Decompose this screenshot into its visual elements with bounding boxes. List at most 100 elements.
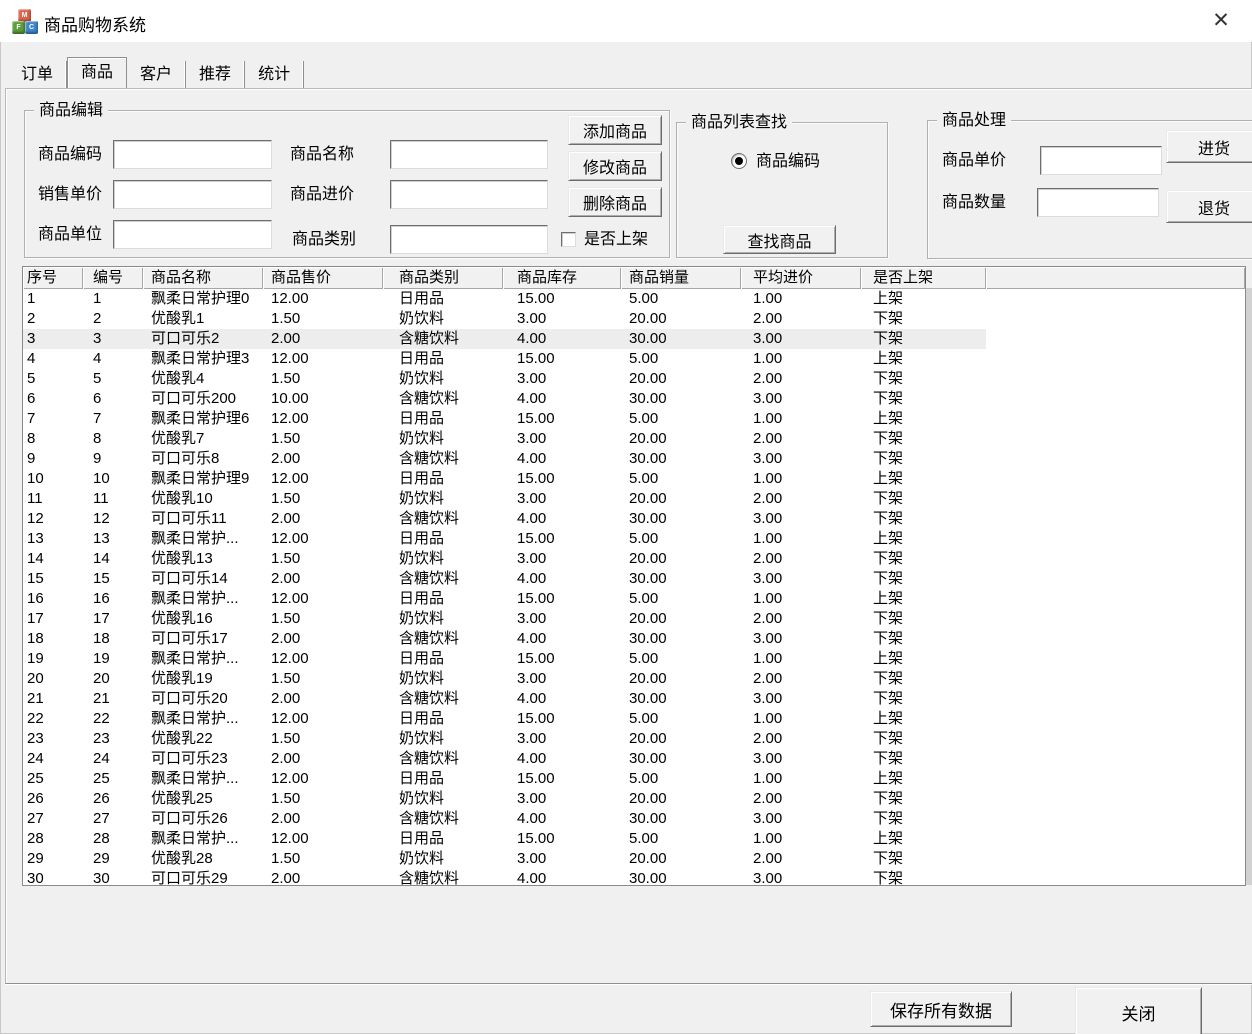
column-header[interactable]: 编号 — [83, 267, 143, 289]
table-cell: 12.00 — [271, 590, 309, 607]
table-row[interactable]: 14 14 优酸乳13 1.50 奶饮料 3.00 20.00 2.00 下架 — [23, 549, 1245, 569]
purchase-price-input[interactable] — [390, 180, 548, 209]
vertical-scrollbar[interactable] — [1246, 288, 1252, 885]
table-row[interactable]: 11 11 优酸乳10 1.50 奶饮料 3.00 20.00 2.00 下架 — [23, 489, 1245, 509]
table-cell: 12.00 — [271, 350, 309, 367]
close-button[interactable]: 关闭 — [1075, 987, 1202, 1034]
table-row[interactable]: 25 25 飘柔日常护... 12.00 日用品 15.00 5.00 1.00 上架 — [23, 769, 1245, 789]
table-cell: 12 — [93, 510, 110, 527]
find-product-button[interactable]: 查找商品 — [723, 225, 836, 254]
save-all-button[interactable]: 保存所有数据 — [870, 991, 1012, 1027]
table-header: 序号 编号 商品名称 商品售价 商品类别 商品库存 商品销量 平均进价 是否上架 — [23, 267, 1245, 289]
table-cell: 4.00 — [517, 510, 547, 527]
table-cell: 18 — [27, 630, 44, 647]
table-cell: 2.00 — [753, 850, 783, 867]
stock-in-button[interactable]: 进货 — [1166, 130, 1252, 163]
table-cell: 16 — [27, 590, 44, 607]
column-header[interactable]: 是否上架 — [861, 267, 986, 289]
product-category-input[interactable] — [390, 225, 548, 254]
table-cell: 3.00 — [753, 390, 783, 407]
table-row[interactable]: 17 17 优酸乳16 1.50 奶饮料 3.00 20.00 2.00 下架 — [23, 609, 1245, 629]
table-row[interactable]: 18 18 可口可乐17 2.00 含糖饮料 4.00 30.00 3.00 下架 — [23, 629, 1245, 649]
tab-customers[interactable]: 客户 — [127, 61, 187, 88]
table-row[interactable]: 3 3 可口可乐2 2.00 含糖饮料 4.00 30.00 3.00 下架 — [23, 329, 1245, 349]
table-cell: 5.00 — [629, 470, 659, 487]
table-row[interactable]: 8 8 优酸乳7 1.50 奶饮料 3.00 20.00 2.00 下架 — [23, 429, 1245, 449]
table-cell: 15.00 — [517, 650, 555, 667]
tab-orders[interactable]: 订单 — [8, 61, 68, 88]
table-cell: 1.50 — [271, 790, 301, 807]
table-row[interactable]: 23 23 优酸乳22 1.50 奶饮料 3.00 20.00 2.00 下架 — [23, 729, 1245, 749]
column-header[interactable]: 商品类别 — [383, 267, 503, 289]
table-row[interactable]: 15 15 可口可乐14 2.00 含糖饮料 4.00 30.00 3.00 下架 — [23, 569, 1245, 589]
column-header[interactable]: 平均进价 — [741, 267, 861, 289]
table-cell: 3.00 — [517, 370, 547, 387]
table-row[interactable]: 7 7 飘柔日常护理6 12.00 日用品 15.00 5.00 1.00 上架 — [23, 409, 1245, 429]
product-name-input[interactable] — [390, 140, 548, 169]
product-code-input[interactable] — [113, 140, 272, 169]
table-row[interactable]: 22 22 飘柔日常护... 12.00 日用品 15.00 5.00 1.00 上架 — [23, 709, 1245, 729]
column-header[interactable]: 商品售价 — [263, 267, 383, 289]
table-cell: 4.00 — [517, 450, 547, 467]
tab-products[interactable]: 商品 — [67, 57, 128, 88]
quantity-input[interactable] — [1037, 188, 1159, 217]
table-row[interactable]: 24 24 可口可乐23 2.00 含糖饮料 4.00 30.00 3.00 下架 — [23, 749, 1245, 769]
table-cell: 12.00 — [271, 650, 309, 667]
table-cell — [986, 489, 1245, 509]
table-row[interactable]: 6 6 可口可乐200 10.00 含糖饮料 4.00 30.00 3.00 下架 — [23, 389, 1245, 409]
product-unit-input[interactable] — [113, 220, 272, 249]
tab-recommend[interactable]: 推荐 — [186, 61, 246, 88]
table-row[interactable]: 13 13 飘柔日常护... 12.00 日用品 15.00 5.00 1.00 上架 — [23, 529, 1245, 549]
column-header[interactable]: 商品名称 — [143, 267, 263, 289]
table-row[interactable]: 21 21 可口可乐20 2.00 含糖饮料 4.00 30.00 3.00 下架 — [23, 689, 1245, 709]
modify-product-button[interactable]: 修改商品 — [568, 151, 662, 181]
column-header[interactable]: 商品库存 — [503, 267, 621, 289]
table-row[interactable]: 4 4 飘柔日常护理3 12.00 日用品 15.00 5.00 1.00 上架 — [23, 349, 1245, 369]
table-cell: 28 — [93, 830, 110, 847]
table-cell: 可口可乐14 — [151, 570, 228, 587]
add-product-button[interactable]: 添加商品 — [568, 115, 662, 145]
table-row[interactable]: 5 5 优酸乳4 1.50 奶饮料 3.00 20.00 2.00 下架 — [23, 369, 1245, 389]
table-row[interactable]: 27 27 可口可乐26 2.00 含糖饮料 4.00 30.00 3.00 下架 — [23, 809, 1245, 829]
table-row[interactable]: 19 19 飘柔日常护... 12.00 日用品 15.00 5.00 1.00 上架 — [23, 649, 1245, 669]
table-cell: 2.00 — [263, 329, 383, 349]
unit-price-input[interactable] — [1040, 146, 1162, 175]
table-cell: 2.00 — [271, 510, 301, 527]
table-cell: 5.00 — [629, 830, 659, 847]
search-by-code-radio[interactable] — [731, 153, 747, 169]
table-row[interactable]: 12 12 可口可乐11 2.00 含糖饮料 4.00 30.00 3.00 下架 — [23, 509, 1245, 529]
column-header[interactable]: 序号 — [23, 267, 83, 289]
close-icon[interactable]: ✕ — [1200, 4, 1242, 38]
table-cell: 18 — [93, 630, 110, 647]
table-row[interactable]: 28 28 飘柔日常护... 12.00 日用品 15.00 5.00 1.00 上架 — [23, 829, 1245, 849]
table-row[interactable]: 29 29 优酸乳28 1.50 奶饮料 3.00 20.00 2.00 下架 — [23, 849, 1245, 869]
table-cell: 奶饮料 — [399, 490, 445, 507]
table-row[interactable]: 10 10 飘柔日常护理9 12.00 日用品 15.00 5.00 1.00 上架 — [23, 469, 1245, 489]
table-row[interactable]: 20 20 优酸乳19 1.50 奶饮料 3.00 20.00 2.00 下架 — [23, 669, 1245, 689]
table-cell: 2.00 — [271, 570, 301, 587]
table-cell: 含糖饮料 — [399, 390, 460, 407]
column-header[interactable] — [986, 267, 1245, 289]
table-row[interactable]: 9 9 可口可乐8 2.00 含糖饮料 4.00 30.00 3.00 下架 — [23, 449, 1245, 469]
table-cell: 5.00 — [629, 770, 659, 787]
column-header[interactable]: 商品销量 — [621, 267, 741, 289]
table-cell — [986, 689, 1245, 709]
stock-out-button[interactable]: 退货 — [1166, 190, 1252, 223]
table-cell: 29 — [27, 850, 44, 867]
table-cell — [986, 869, 1245, 885]
table-cell: 下架 — [873, 390, 904, 407]
sale-price-input[interactable] — [113, 180, 272, 209]
table-cell: 3.00 — [753, 510, 783, 527]
table-cell: 16 — [93, 590, 110, 607]
table-row[interactable]: 26 26 优酸乳25 1.50 奶饮料 3.00 20.00 2.00 下架 — [23, 789, 1245, 809]
table-row[interactable]: 16 16 飘柔日常护... 12.00 日用品 15.00 5.00 1.00 上架 — [23, 589, 1245, 609]
table-cell: 3.00 — [753, 750, 783, 767]
table-row[interactable]: 2 2 优酸乳1 1.50 奶饮料 3.00 20.00 2.00 下架 — [23, 309, 1245, 329]
table-cell — [986, 409, 1245, 429]
table-row[interactable]: 1 1 飘柔日常护理0 12.00 日用品 15.00 5.00 1.00 上架 — [23, 289, 1245, 309]
tab-statistics[interactable]: 统计 — [245, 61, 305, 88]
delete-product-button[interactable]: 删除商品 — [568, 187, 662, 217]
on-shelf-checkbox[interactable] — [561, 232, 576, 247]
table-row[interactable]: 30 30 可口可乐29 2.00 含糖饮料 4.00 30.00 3.00 下架 — [23, 869, 1245, 885]
table-cell: 15 — [93, 570, 110, 587]
